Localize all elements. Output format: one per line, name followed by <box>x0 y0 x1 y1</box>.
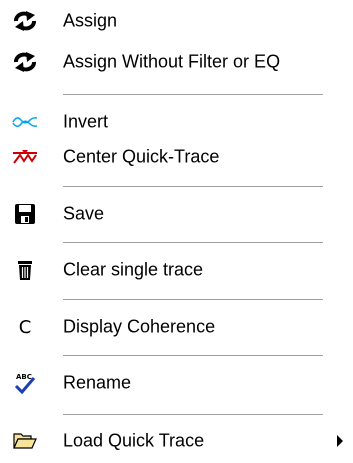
invert-wave-icon <box>12 110 38 134</box>
center-trace-icon <box>12 145 38 169</box>
spellcheck-icon: ABC <box>12 371 38 395</box>
menu-separator <box>63 94 323 96</box>
floppy-disk-icon <box>12 202 38 226</box>
menu-item-label: Display Coherence <box>63 316 216 337</box>
menu-item-label: Clear single trace <box>63 259 204 280</box>
trash-can-icon <box>12 258 38 282</box>
menu-separator <box>63 299 323 301</box>
menu-separator <box>63 355 323 357</box>
menu-item-label: Invert <box>63 111 109 132</box>
menu-item-assign-without-filter[interactable]: Assign Without Filter or EQ <box>0 45 353 79</box>
menu-separator <box>63 414 323 416</box>
open-folder-icon <box>12 429 38 453</box>
menu-item-display-coherence[interactable]: C Display Coherence <box>0 310 353 344</box>
menu-item-save[interactable]: Save <box>0 197 353 231</box>
menu-item-label: Save <box>63 203 105 224</box>
menu-item-label: Center Quick-Trace <box>63 146 220 167</box>
menu-item-rename[interactable]: ABC Rename <box>0 366 353 400</box>
context-menu: Assign Assign Without Filter or EQ Inver… <box>0 0 353 463</box>
menu-item-label: Load Quick Trace <box>63 430 205 451</box>
menu-item-label: Assign Without Filter or EQ <box>63 51 281 72</box>
menu-item-center-quick-trace[interactable]: Center Quick-Trace <box>0 140 353 174</box>
menu-separator <box>63 186 323 188</box>
menu-item-clear-single-trace[interactable]: Clear single trace <box>0 253 353 287</box>
spellcheck-icon-text: ABC <box>16 373 32 381</box>
letter-c-icon: C <box>18 316 32 338</box>
menu-item-assign[interactable]: Assign <box>0 4 353 38</box>
menu-separator <box>63 242 323 244</box>
menu-item-label: Rename <box>63 372 132 393</box>
menu-item-invert[interactable]: Invert <box>0 105 353 139</box>
menu-item-load-quick-trace[interactable]: Load Quick Trace <box>0 424 353 458</box>
menu-item-label: Assign <box>63 10 118 31</box>
swap-arrows-icon <box>12 50 38 74</box>
swap-arrows-icon <box>12 9 38 33</box>
submenu-arrow-icon <box>337 435 343 447</box>
